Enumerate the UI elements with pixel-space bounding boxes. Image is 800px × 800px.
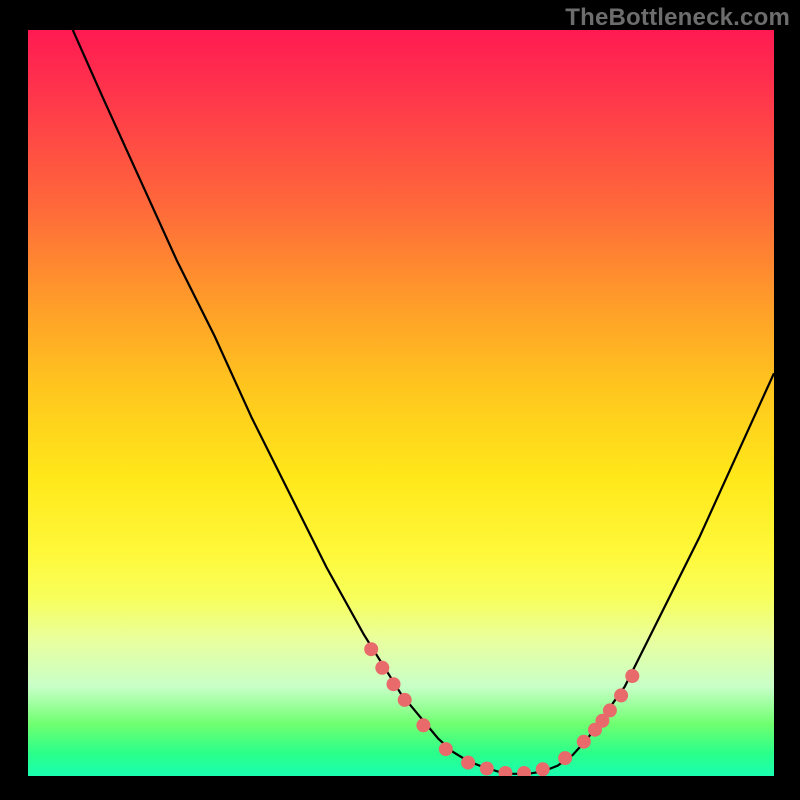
threshold-dot bbox=[558, 751, 572, 765]
threshold-dot bbox=[387, 677, 401, 691]
threshold-dot bbox=[498, 766, 512, 776]
threshold-dot bbox=[480, 762, 494, 776]
watermark-text: TheBottleneck.com bbox=[565, 4, 790, 32]
threshold-dot bbox=[461, 756, 475, 770]
threshold-dot bbox=[517, 766, 531, 776]
bottleneck-curve bbox=[73, 30, 774, 774]
plot-area bbox=[28, 30, 774, 776]
threshold-dot bbox=[416, 718, 430, 732]
threshold-dot bbox=[625, 669, 639, 683]
threshold-dot bbox=[364, 642, 378, 656]
bottleneck-curve-svg bbox=[28, 30, 774, 776]
threshold-dot bbox=[398, 693, 412, 707]
threshold-dot bbox=[439, 742, 453, 756]
threshold-dot bbox=[614, 688, 628, 702]
threshold-dot bbox=[375, 661, 389, 675]
threshold-dot bbox=[577, 735, 591, 749]
threshold-dot bbox=[603, 703, 617, 717]
threshold-dot bbox=[536, 762, 550, 776]
chart-frame: TheBottleneck.com bbox=[0, 0, 800, 800]
threshold-dots bbox=[364, 642, 639, 776]
